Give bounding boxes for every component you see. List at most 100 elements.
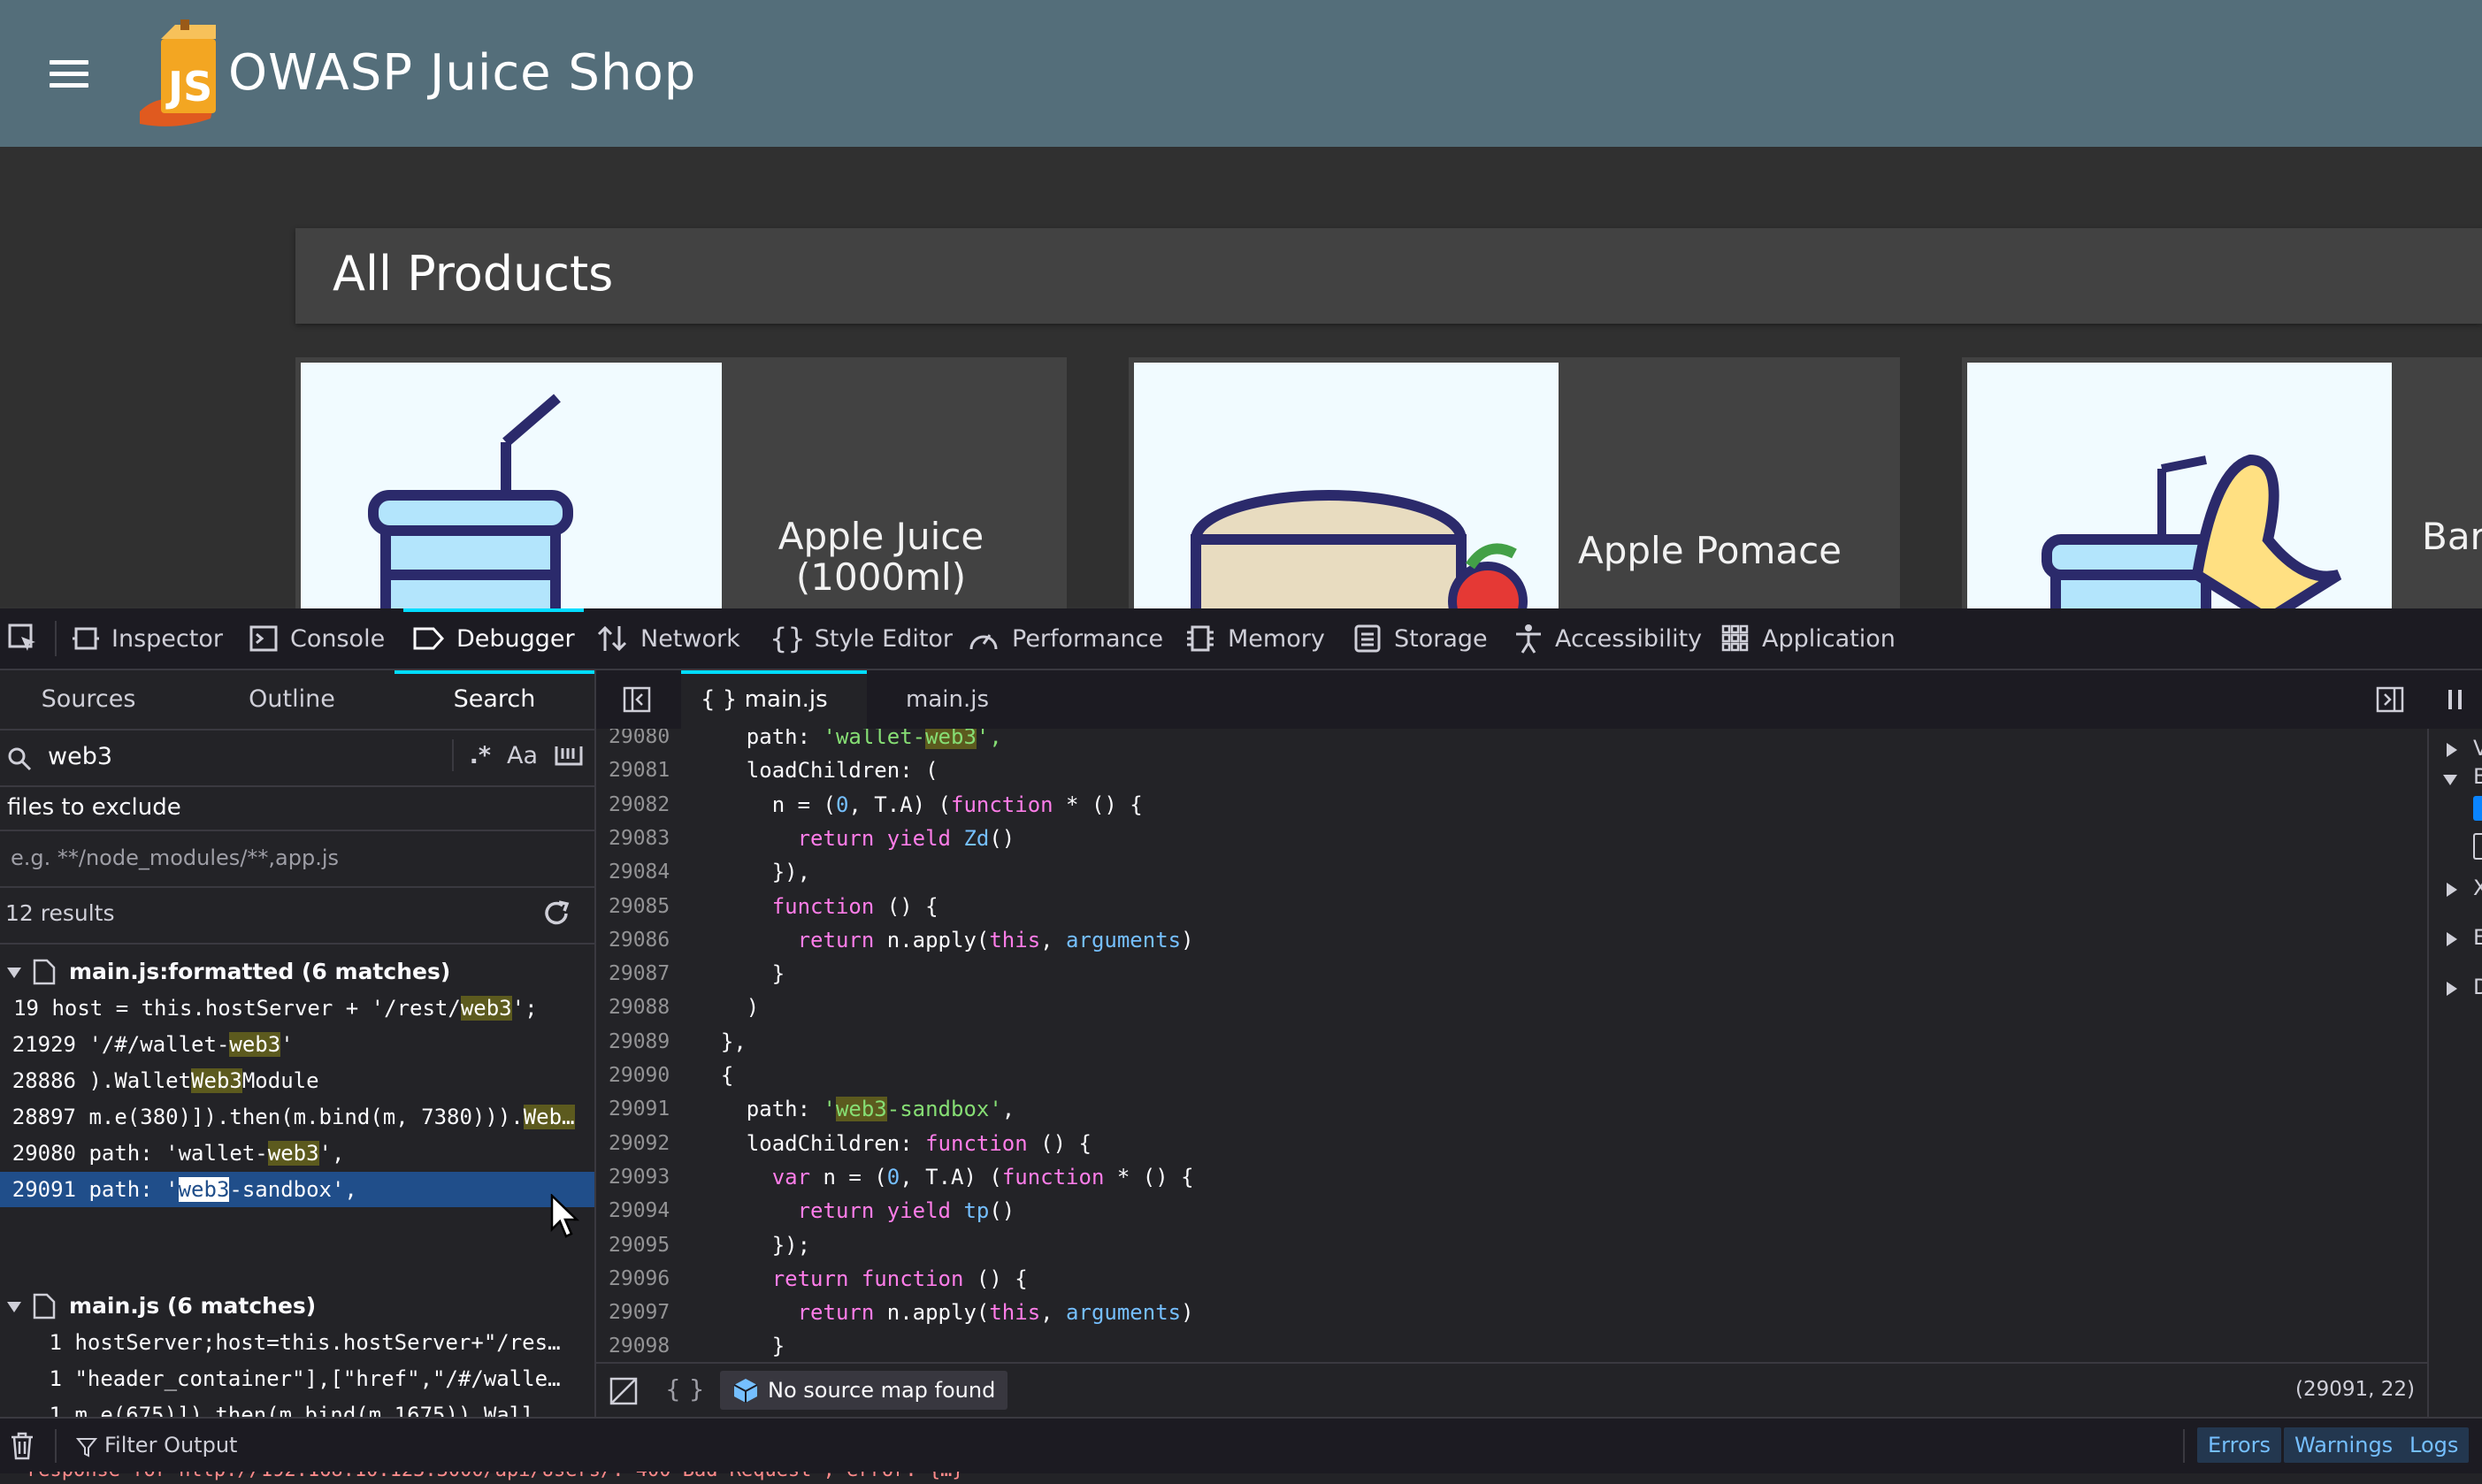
juice-shop-logo[interactable]: JS [131, 19, 228, 127]
product-name[interactable]: Apple Pomace [1578, 531, 1888, 571]
code-line[interactable]: 29096 return function () { [596, 1264, 2427, 1294]
code-line[interactable]: 29081 loadChildren: ( [596, 755, 2427, 785]
pretty-print-icon[interactable]: { } [665, 1374, 705, 1404]
tab-application[interactable]: Application [1721, 608, 1896, 669]
hamburger-menu-icon[interactable] [50, 60, 88, 88]
editor-tab-formatted[interactable]: { } main.js ✕ [681, 670, 867, 773]
code-line[interactable]: 29093 var n = (0, T.A) (function * () { [596, 1162, 2427, 1192]
line-number[interactable]: 29097 [609, 1297, 679, 1327]
code-line[interactable]: 29092 loadChildren: function () { [596, 1128, 2427, 1159]
console-message[interactable]: response for http://192.168.10.123:3000/… [0, 1472, 2482, 1484]
code-line[interactable]: 29089 }, [596, 1027, 2427, 1057]
product-card[interactable]: Apple Pomace [1129, 357, 1900, 614]
line-number[interactable]: 29088 [609, 992, 679, 1022]
search-result-row[interactable]: 1 "header_container"],["href","/#/walle… [0, 1361, 594, 1396]
line-number[interactable]: 29086 [609, 925, 679, 955]
search-result-row[interactable]: 29091 path: 'web3-sandbox', [0, 1172, 594, 1207]
line-number[interactable]: 29098 [609, 1331, 679, 1361]
collapsed-triangle-icon[interactable] [2445, 881, 2459, 899]
filter-warnings[interactable]: Warnings [2284, 1427, 2404, 1463]
tab-sources[interactable]: Sources [18, 670, 159, 729]
collapsed-triangle-icon[interactable] [2445, 980, 2459, 998]
code-line[interactable]: 29085 function () { [596, 891, 2427, 922]
product-card[interactable]: Apple Juice (1000ml) [295, 357, 1067, 614]
toggle-sidebar-icon[interactable] [623, 686, 651, 713]
line-number[interactable]: 29082 [609, 790, 679, 820]
expand-triangle-icon[interactable] [5, 964, 23, 982]
code-line[interactable]: 29095 }); [596, 1230, 2427, 1260]
tab-inspector[interactable]: Inspector [73, 608, 223, 669]
search-query[interactable]: web3 [48, 743, 112, 770]
blackbox-icon[interactable] [609, 1376, 639, 1406]
code-line[interactable]: 29087 } [596, 959, 2427, 989]
tab-style-editor[interactable]: {} Style Editor [770, 608, 953, 669]
line-number[interactable]: 29093 [609, 1162, 679, 1192]
tab-performance[interactable]: Performance [968, 608, 1163, 669]
match-case-toggle[interactable]: Aa [507, 742, 538, 769]
code-line[interactable]: 29097 return n.apply(this, arguments) [596, 1297, 2427, 1327]
line-number[interactable]: 29094 [609, 1196, 679, 1226]
refresh-icon[interactable] [541, 899, 571, 929]
tab-console[interactable]: Console [249, 608, 385, 669]
line-number[interactable]: 29085 [609, 891, 679, 922]
product-name[interactable]: Bar… [2422, 516, 2482, 557]
app-title[interactable]: OWASP Juice Shop [228, 44, 696, 102]
code-line[interactable]: 29083 return yield Zd() [596, 823, 2427, 853]
product-image[interactable] [301, 363, 722, 614]
exclude-input[interactable]: e.g. **/node_modules/**,app.js [0, 830, 594, 888]
code-line[interactable]: 29084 }), [596, 857, 2427, 887]
code-line[interactable]: 29090 { [596, 1060, 2427, 1090]
line-number[interactable]: 29091 [609, 1094, 679, 1124]
checkbox[interactable] [2473, 833, 2482, 860]
whole-word-icon[interactable] [554, 743, 584, 768]
tab-memory[interactable]: Memory [1185, 608, 1325, 669]
product-image[interactable] [1967, 363, 2392, 614]
checkbox[interactable] [2473, 796, 2482, 821]
code-editor[interactable]: 29080 path: 'wallet-web3', 29081 loadChil… [596, 729, 2427, 1362]
code-line[interactable]: 29086 return n.apply(this, arguments) [596, 925, 2427, 955]
line-number[interactable]: 29084 [609, 857, 679, 887]
expanded-triangle-icon[interactable] [2441, 773, 2459, 787]
collapsed-triangle-icon[interactable] [2445, 930, 2459, 948]
line-number[interactable]: 29095 [609, 1230, 679, 1260]
expand-triangle-icon[interactable] [5, 1298, 23, 1316]
code-line[interactable]: 29094 return yield tp() [596, 1196, 2427, 1226]
tab-search[interactable]: Search [395, 670, 594, 729]
code-line[interactable]: 29082 n = (0, T.A) (function * () { [596, 790, 2427, 820]
search-result-row[interactable]: 21929 '/#/wallet-web3' [0, 1027, 594, 1062]
line-number[interactable]: 29081 [609, 755, 679, 785]
toggle-right-panel-icon[interactable] [2376, 686, 2404, 713]
code-line[interactable]: 29088 ) [596, 992, 2427, 1022]
filter-logs[interactable]: Logs [2399, 1427, 2470, 1463]
tab-debugger[interactable]: Debugger [403, 608, 584, 669]
search-result-row[interactable]: 28897 m.e(380)]).then(m.bind(m, 7380))).… [0, 1099, 594, 1135]
line-number[interactable]: 29089 [609, 1027, 679, 1057]
tab-outline[interactable]: Outline [221, 670, 363, 729]
source-map-status[interactable]: No source map found [720, 1371, 1008, 1410]
filter-errors[interactable]: Errors [2197, 1427, 2282, 1463]
search-result-row[interactable]: 29080 path: 'wallet-web3', [0, 1136, 594, 1171]
line-number[interactable]: 29080 [609, 729, 679, 752]
trash-icon[interactable] [9, 1431, 35, 1461]
line-number[interactable]: 29092 [609, 1128, 679, 1159]
code-line[interactable]: 29080 path: 'wallet-web3', [596, 729, 2427, 752]
search-input[interactable]: web3 .* Aa [0, 731, 594, 787]
product-image[interactable] [1134, 363, 1559, 614]
line-number[interactable]: 29096 [609, 1264, 679, 1294]
pause-icon[interactable] [2445, 686, 2466, 713]
code-line[interactable]: 29091 path: 'web3-sandbox', [596, 1094, 2427, 1124]
line-number[interactable]: 29083 [609, 823, 679, 853]
result-group-main[interactable]: main.js (6 matches) [0, 1289, 594, 1325]
line-number[interactable]: 29087 [609, 959, 679, 989]
element-picker-icon[interactable] [7, 623, 39, 654]
line-number[interactable]: 29090 [609, 1060, 679, 1090]
filter-output-input[interactable]: Filter Output [104, 1433, 237, 1457]
editor-tab-main[interactable]: main.js [886, 670, 1012, 729]
search-result-row[interactable]: 19 host = this.hostServer + '/rest/web3'… [0, 991, 594, 1026]
tab-storage[interactable]: Storage [1353, 608, 1488, 669]
tab-accessibility[interactable]: Accessibility [1514, 608, 1702, 669]
product-name[interactable]: Apple Juice (1000ml) [748, 516, 1014, 598]
search-result-row[interactable]: 28886 ).WalletWeb3Module [0, 1063, 594, 1098]
search-result-row[interactable]: 1 hostServer;host=this.hostServer+"/res… [0, 1325, 594, 1360]
collapsed-triangle-icon[interactable] [2445, 741, 2459, 759]
